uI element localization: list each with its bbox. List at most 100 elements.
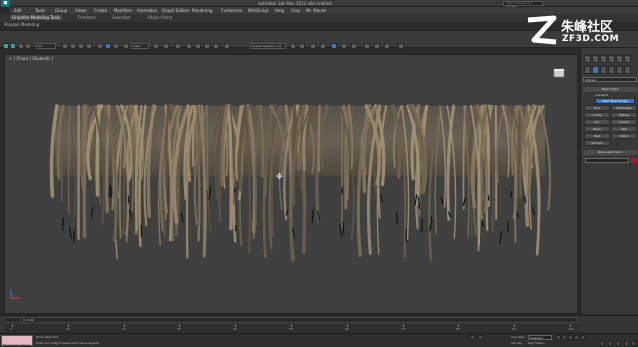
window-crossing-icon[interactable]	[86, 43, 92, 49]
tab-object-paint[interactable]: Object Paint	[148, 15, 172, 20]
menu-modifiers[interactable]: Modifiers	[114, 8, 132, 13]
scale-icon[interactable]	[113, 43, 119, 49]
extra-tool-icon[interactable]	[398, 43, 404, 49]
grass-fringe-mesh[interactable]	[40, 104, 560, 264]
menu-customize[interactable]: Customize	[221, 8, 242, 13]
keyboard-shortcut-icon[interactable]	[175, 43, 181, 49]
lock-selection-icon[interactable]	[470, 335, 475, 340]
motion-panel-tab[interactable]	[608, 55, 615, 63]
percent-snap-icon[interactable]	[204, 43, 210, 49]
ribbon-subtab-polygon-modeling[interactable]: Polygon Modeling	[4, 22, 39, 27]
track-bar[interactable]: 0102030405060708090100	[4, 324, 578, 333]
zoom-icon[interactable]	[600, 341, 605, 346]
ref-coord-dropdown[interactable]: View	[131, 43, 149, 49]
object-name-field[interactable]	[585, 158, 629, 163]
curve-editor-icon[interactable]	[331, 43, 337, 49]
key-filters-button[interactable]: Key Filters...	[528, 341, 546, 345]
menu-edit[interactable]: Edit	[14, 8, 22, 13]
menu-help[interactable]: Help	[275, 8, 284, 13]
play-icon[interactable]	[568, 335, 573, 340]
helix-button[interactable]: Helix	[611, 133, 637, 139]
shapes-category-icon[interactable]	[592, 66, 599, 74]
undo-icon[interactable]	[3, 43, 9, 49]
auto-key-button[interactable]: Auto Key	[511, 335, 524, 339]
menu-views[interactable]: Views	[75, 8, 87, 13]
mirror-icon[interactable]	[290, 43, 296, 49]
spacewarps-category-icon[interactable]	[624, 66, 631, 74]
set-key-button[interactable]: Set Key	[511, 341, 522, 345]
select-manipulate-icon[interactable]	[163, 43, 169, 49]
graphite-toggle-icon[interactable]	[320, 43, 326, 49]
unlink-icon[interactable]	[25, 43, 31, 49]
go-to-start-icon[interactable]	[556, 335, 561, 340]
rectangle-button[interactable]: Rectangle	[611, 105, 637, 111]
cameras-category-icon[interactable]	[608, 66, 615, 74]
redo-icon[interactable]	[10, 43, 16, 49]
snap-toggle-icon[interactable]	[186, 43, 192, 49]
donut-button[interactable]: Donut	[611, 119, 637, 125]
start-new-shape-button[interactable]: Start New Shape	[595, 98, 635, 104]
material-editor-icon[interactable]	[351, 43, 357, 49]
object-type-rollout[interactable]: Object Type	[583, 87, 637, 92]
modify-panel-tab[interactable]	[592, 55, 599, 63]
render-setup-icon[interactable]	[364, 43, 370, 49]
tab-selection[interactable]: Selection	[112, 15, 130, 20]
align-icon[interactable]	[299, 43, 305, 49]
edit-named-sel-icon[interactable]	[224, 43, 230, 49]
menu-tools[interactable]: Tools	[35, 8, 45, 13]
pan-icon[interactable]	[616, 341, 621, 346]
rect-selection-icon[interactable]	[78, 43, 84, 49]
shape-category-dropdown[interactable]: Splines	[583, 77, 637, 82]
orbit-icon[interactable]	[624, 341, 629, 346]
angle-snap-icon[interactable]	[195, 43, 201, 49]
menu-animation[interactable]: Animation	[137, 8, 157, 13]
maxscript-listener[interactable]: Maxscript Listener	[1, 335, 33, 346]
menu-graph-editors[interactable]: Graph Editors	[162, 8, 189, 13]
circle-button[interactable]: Circle	[584, 112, 610, 118]
arc-button[interactable]: Arc	[584, 119, 610, 125]
render-production-icon[interactable]	[384, 43, 390, 49]
object-color-swatch[interactable]	[631, 158, 637, 163]
ngon-button[interactable]: NGon	[584, 126, 610, 132]
viewcube-icon[interactable]	[553, 67, 567, 79]
menu-maxscript[interactable]: MAXScript	[248, 8, 269, 13]
viewport-label[interactable]: + ] [Front ] [Realistic ]	[9, 56, 53, 61]
zoom-all-icon[interactable]	[608, 341, 613, 346]
move-icon[interactable]	[97, 43, 103, 49]
lights-category-icon[interactable]	[600, 66, 607, 74]
search-input[interactable]: Type a keyword or phrase	[503, 1, 543, 6]
autogrid-checkbox[interactable]: AutoGrid	[595, 93, 608, 97]
spinner-snap-icon[interactable]	[213, 43, 219, 49]
prev-frame-icon[interactable]	[562, 335, 567, 340]
menu-mr-mouse[interactable]: Mr. Mouse	[306, 8, 326, 13]
layer-manager-icon[interactable]	[310, 43, 316, 49]
section-button[interactable]: Section	[584, 140, 610, 146]
schematic-view-icon[interactable]	[341, 43, 347, 49]
named-selection-dropdown[interactable]: Create Selection Se	[250, 43, 286, 49]
display-panel-tab[interactable]	[616, 55, 623, 63]
create-panel-tab[interactable]	[584, 55, 591, 63]
hierarchy-panel-tab[interactable]	[600, 55, 607, 63]
tab-freeform[interactable]: Freeform	[78, 15, 96, 20]
app-logo-icon[interactable]: ◼	[1, 0, 10, 7]
select-object-icon[interactable]	[62, 43, 68, 49]
pivot-center-icon[interactable]	[153, 43, 159, 49]
selected-dropdown[interactable]: Selected	[528, 335, 552, 340]
menu-create[interactable]: Create	[94, 8, 107, 13]
name-and-color-rollout[interactable]: Name and Color	[583, 150, 637, 155]
tab-graphite-modeling[interactable]: Graphite Modeling Tools	[10, 15, 62, 20]
ref-coord-icon[interactable]	[123, 43, 129, 49]
absolute-mode-icon[interactable]	[478, 335, 483, 340]
go-to-end-icon[interactable]	[580, 335, 585, 340]
time-slider[interactable]: 0 / 100	[4, 317, 578, 323]
helpers-category-icon[interactable]	[616, 66, 623, 74]
menu-group[interactable]: Group	[55, 8, 67, 13]
text-button[interactable]: Text	[584, 133, 610, 139]
line-button[interactable]: Line	[584, 105, 610, 111]
rotate-icon[interactable]	[105, 43, 111, 49]
menu-vray[interactable]: Vray	[291, 8, 300, 13]
ellipse-button[interactable]: Ellipse	[611, 112, 637, 118]
maximize-viewport-icon[interactable]	[631, 341, 636, 346]
link-icon[interactable]	[18, 43, 24, 49]
rendered-frame-icon[interactable]	[374, 43, 380, 49]
